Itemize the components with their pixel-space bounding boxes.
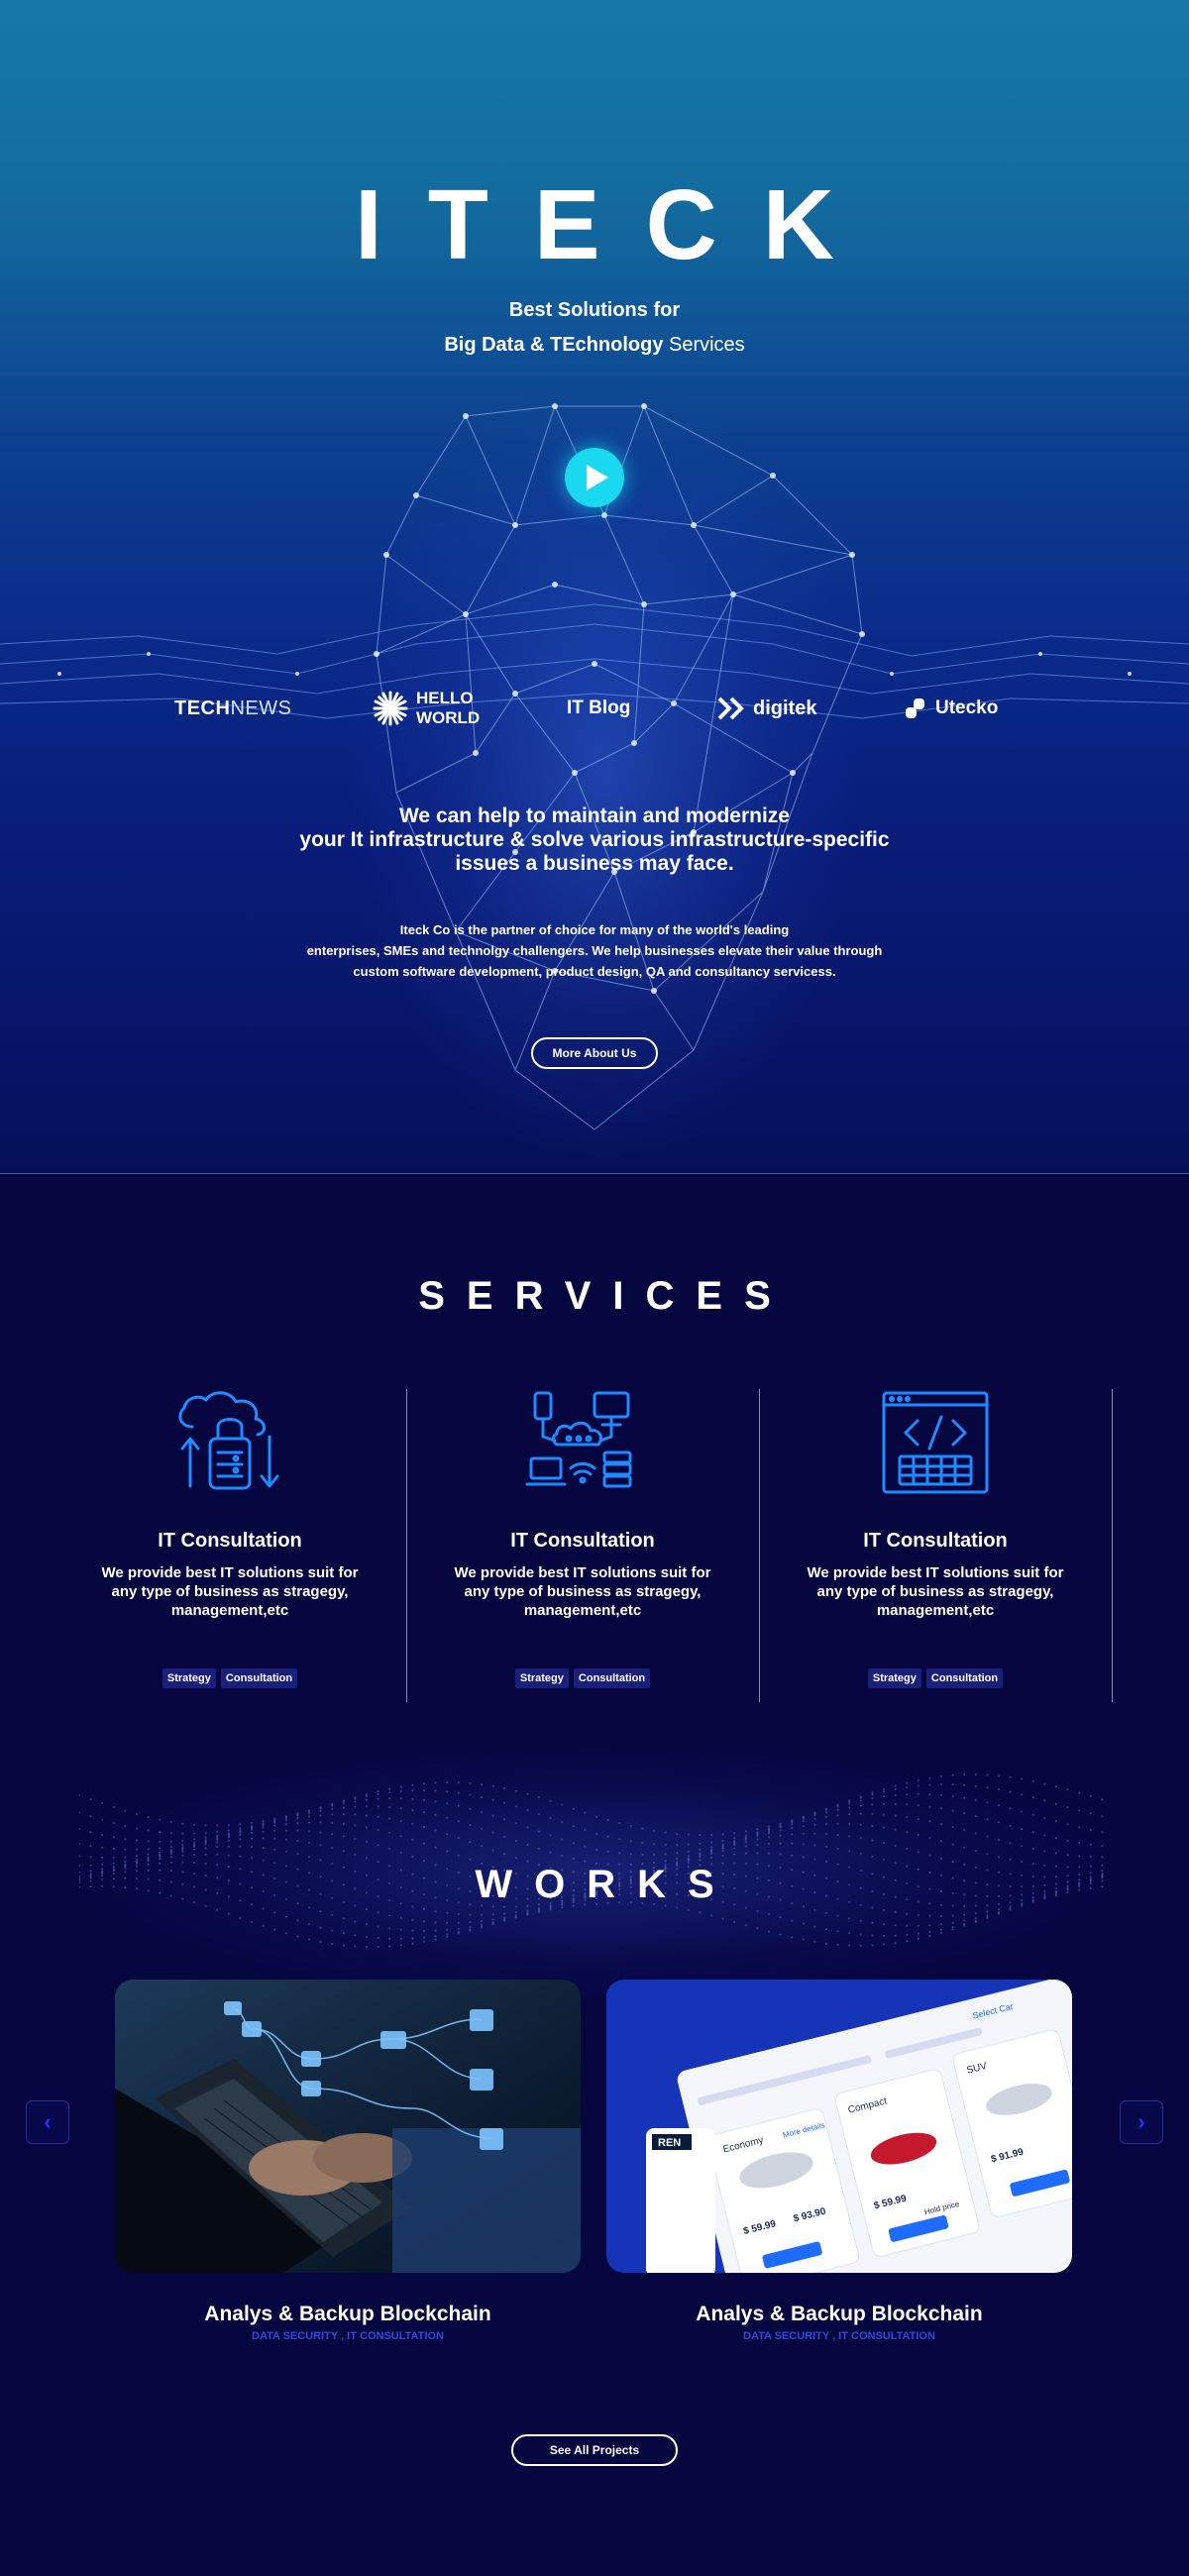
service-description-line: We provide best IT solutions suit for xyxy=(101,1564,359,1581)
tag-strategy[interactable]: Strategy xyxy=(162,1668,216,1688)
car-rental-app-image: Economy Compact SUV $ 59.99 $ 93.90 $ 59… xyxy=(606,1980,1072,2273)
service-description-line: any type of business as stragegy, xyxy=(816,1583,1054,1600)
more-about-us-button[interactable]: More About Us xyxy=(531,1037,658,1069)
see-all-projects-button[interactable]: See All Projects xyxy=(511,2434,678,2466)
partner-digitek[interactable]: digitek xyxy=(717,684,816,733)
works-title: WORKS xyxy=(475,1863,736,1906)
service-card[interactable]: IT Consultation We provide best IT solut… xyxy=(54,1389,407,1702)
service-description-line: management,etc xyxy=(876,1602,995,1619)
tagline-line1: Best Solutions for xyxy=(508,299,681,321)
cloud-lock-icon xyxy=(178,1391,279,1490)
service-description-line: We provide best IT solutions suit for xyxy=(454,1564,711,1581)
service-name: IT Consultation xyxy=(510,1530,655,1552)
tag-consultation[interactable]: Consultation xyxy=(220,1668,298,1688)
work-card-image[interactable]: Economy Compact SUV $ 59.99 $ 93.90 $ 59… xyxy=(606,1980,1072,2273)
chevron-left-icon: ‹ xyxy=(44,2109,52,2134)
partner-itblog[interactable]: IT Blog xyxy=(567,684,630,733)
chevron-right-icon: › xyxy=(1137,2109,1145,2134)
carousel-prev-button[interactable]: ‹ xyxy=(26,2100,69,2144)
work-card-image[interactable] xyxy=(115,1980,581,2273)
hero-description: Iteck Co is the partner of choice for ma… xyxy=(0,919,1189,982)
helloworld-hello: HELLO xyxy=(416,689,474,707)
service-description: We provide best IT solutions suit for an… xyxy=(426,1563,739,1620)
tagline-light: Services xyxy=(663,334,745,356)
service-card[interactable]: IT Consultation We provide best IT solut… xyxy=(406,1389,760,1702)
tag-strategy[interactable]: Strategy xyxy=(867,1668,921,1688)
service-tags: Strategy Consultation xyxy=(406,1668,759,1688)
hero-heading-line: We can help to maintain and modernize xyxy=(398,805,790,827)
partner-technews[interactable]: TECH NEWS xyxy=(174,684,291,733)
code-window-icon xyxy=(882,1391,989,1494)
laptop-security-image xyxy=(115,1980,581,2273)
helloworld-text: HELLO WORLD xyxy=(416,689,480,728)
hero-description-line: custom software development, product des… xyxy=(353,964,836,979)
tag-consultation[interactable]: Consultation xyxy=(573,1668,651,1688)
brand-logo: ITECK xyxy=(355,169,880,280)
tag-consultation[interactable]: Consultation xyxy=(925,1668,1004,1688)
work-title[interactable]: Analys & Backup Blockchain xyxy=(606,2303,1072,2326)
utecko-icon xyxy=(906,698,924,718)
hero-description-line: enterprises, SMEs and technolgy challeng… xyxy=(306,943,883,958)
work-categories[interactable]: DATA SECURITY , IT CONSULTATION xyxy=(115,2330,581,2342)
service-name: IT Consultation xyxy=(863,1530,1008,1552)
sunburst-icon xyxy=(373,691,408,726)
service-description: We provide best IT solutions suit for an… xyxy=(779,1563,1092,1620)
mockup-logo: REN xyxy=(658,2137,681,2149)
play-icon xyxy=(587,465,608,490)
service-description-line: any type of business as stragegy, xyxy=(464,1583,702,1600)
service-description-line: We provide best IT solutions suit for xyxy=(807,1564,1064,1581)
service-name: IT Consultation xyxy=(158,1530,302,1552)
technews-news: NEWS xyxy=(230,697,292,719)
partner-helloworld[interactable]: HELLO WORLD xyxy=(373,684,480,733)
work-categories[interactable]: DATA SECURITY , IT CONSULTATION xyxy=(606,2330,1072,2342)
service-tags: Strategy Consultation xyxy=(54,1668,406,1688)
hero-heading-line: issues a business may face. xyxy=(455,852,734,875)
hero-section: ITECK Best Solutions for Big Data & TEch… xyxy=(0,0,1189,1174)
service-description-line: management,etc xyxy=(170,1602,289,1619)
technews-tech: TECH xyxy=(174,697,231,719)
digitek-icon xyxy=(717,697,744,720)
service-card[interactable]: IT Consultation We provide best IT solut… xyxy=(759,1389,1113,1702)
hero-heading: We can help to maintain and modernize yo… xyxy=(0,805,1189,876)
service-description-line: any type of business as stragegy, xyxy=(111,1583,349,1600)
tag-strategy[interactable]: Strategy xyxy=(514,1668,569,1688)
hero-heading-line: your It infrastructure & solve various i… xyxy=(299,828,890,851)
network-devices-icon xyxy=(525,1391,632,1488)
partner-logos: TECH NEWS HELLO WORLD IT Blog digitek Ut… xyxy=(0,684,1189,733)
play-video-button[interactable] xyxy=(565,448,624,507)
hero-description-line: Iteck Co is the partner of choice for ma… xyxy=(399,922,790,937)
partner-utecko[interactable]: Utecko xyxy=(904,684,998,733)
utecko-label: Utecko xyxy=(935,698,999,718)
work-title[interactable]: Analys & Backup Blockchain xyxy=(115,2303,581,2326)
hero-tagline: Best Solutions for Big Data & TEchnology… xyxy=(0,293,1189,363)
service-description-line: management,etc xyxy=(523,1602,642,1619)
page: ITECK Best Solutions for Big Data & TEch… xyxy=(0,0,1189,2576)
service-description: We provide best IT solutions suit for an… xyxy=(73,1563,386,1620)
carousel-next-button[interactable]: › xyxy=(1120,2100,1163,2144)
helloworld-world: WORLD xyxy=(416,708,481,727)
tagline-bold: Big Data & TEchnology xyxy=(444,334,664,356)
digitek-label: digitek xyxy=(753,697,817,719)
services-title: SERVICES xyxy=(418,1274,793,1318)
service-tags: Strategy Consultation xyxy=(759,1668,1112,1688)
